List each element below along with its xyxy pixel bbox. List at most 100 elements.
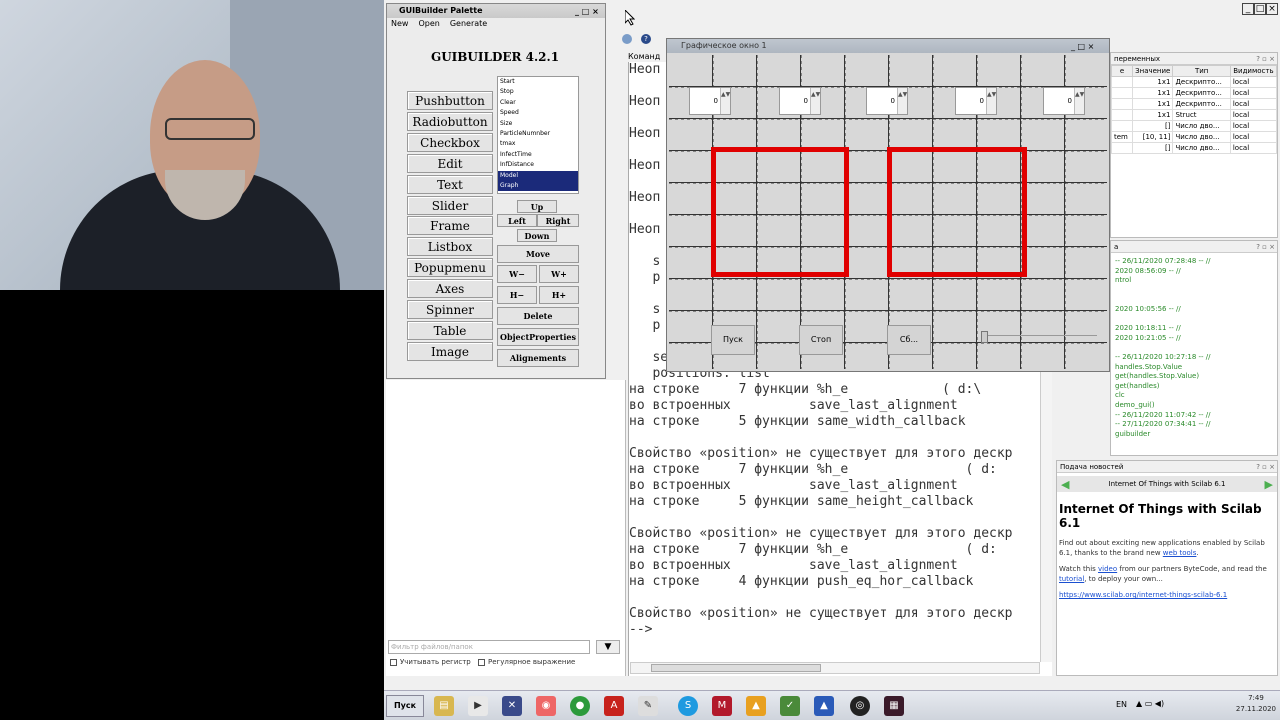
table-row[interactable]: 1x1 Struct local	[1111, 109, 1277, 121]
palette-titlebar[interactable]: GUIBuilder Palette _ □ ×	[387, 4, 605, 18]
checkbox-icon[interactable]	[390, 658, 397, 666]
object-properties-button[interactable]: ObjectProperties	[497, 328, 579, 346]
history-command[interactable]: get(handles.Stop.Value)	[1111, 372, 1277, 382]
width-plus-button[interactable]: W+	[539, 265, 579, 283]
axes-frame-left[interactable]	[711, 147, 849, 277]
axes-frame-right[interactable]	[887, 147, 1027, 277]
history-session[interactable]: -- 27/11/2020 07:34:41 -- //	[1111, 420, 1277, 430]
toolbar-icon[interactable]	[622, 34, 632, 44]
table-button[interactable]: Table	[407, 320, 493, 340]
alignements-button[interactable]: Alignements	[497, 349, 579, 367]
axes-button[interactable]: Axes	[407, 279, 493, 299]
language-indicator[interactable]: EN	[1116, 700, 1127, 709]
app-icon[interactable]: ▲	[814, 696, 834, 716]
property-item[interactable]: Stop	[498, 87, 578, 97]
history-session[interactable]: 2020 10:18:11 -- //	[1111, 324, 1277, 334]
window-controls-icon[interactable]: _ □ ×	[1071, 40, 1094, 54]
property-item[interactable]: ParticleNumnber	[498, 129, 578, 139]
spinner-arrows-icon[interactable]: ▲▼	[720, 88, 730, 114]
spinner-arrows-icon[interactable]: ▲▼	[810, 88, 820, 114]
scilab-icon[interactable]: ▦	[884, 696, 904, 716]
property-item[interactable]: Clear	[498, 98, 578, 108]
right-button[interactable]: Right	[537, 214, 579, 227]
app-icon[interactable]: ✕	[502, 696, 522, 716]
left-button[interactable]: Left	[497, 214, 537, 227]
news-url-link[interactable]: https://www.scilab.org/internet-things-s…	[1059, 591, 1227, 599]
frame-button[interactable]: Frame	[407, 216, 493, 236]
height-minus-button[interactable]: H−	[497, 286, 537, 304]
property-item[interactable]: Start	[498, 77, 578, 87]
height-plus-button[interactable]: H+	[539, 286, 579, 304]
history-command[interactable]	[1111, 343, 1277, 353]
video-link[interactable]: video	[1098, 565, 1117, 573]
table-row[interactable]: 1x1 Дескрипто... local	[1111, 87, 1277, 99]
obs-icon[interactable]: ◎	[850, 696, 870, 716]
history-session[interactable]: 2020 10:21:05 -- //	[1111, 334, 1277, 344]
app-icon[interactable]: ✓	[780, 696, 800, 716]
clock[interactable]: 7:49 27.11.2020	[1236, 693, 1276, 715]
delete-button[interactable]: Delete	[497, 307, 579, 325]
property-item[interactable]: InfDistance	[498, 160, 578, 170]
history-session[interactable]: -- 26/11/2020 10:27:18 -- //	[1111, 353, 1277, 363]
property-item[interactable]: InfectTime	[498, 150, 578, 160]
console-horizontal-scrollbar[interactable]	[630, 662, 1040, 674]
case-sensitive-checkbox[interactable]: Учитывать регистр	[390, 658, 471, 666]
checkbox-icon[interactable]	[478, 658, 485, 666]
history-command[interactable]: guibuilder	[1111, 430, 1277, 440]
tutorial-link[interactable]: tutorial	[1059, 575, 1084, 583]
history-command[interactable]	[1111, 286, 1277, 296]
radiobutton-button[interactable]: Radiobutton	[407, 111, 493, 131]
regex-checkbox[interactable]: Регулярное выражение	[478, 658, 575, 666]
listbox-button[interactable]: Listbox	[407, 237, 493, 257]
history-command[interactable]: demo_gui()	[1111, 401, 1277, 411]
history-session[interactable]: 2020 10:05:56 -- //	[1111, 305, 1277, 315]
history-command[interactable]: get(handles)	[1111, 382, 1277, 392]
help-icon[interactable]: ?	[641, 34, 651, 44]
property-item[interactable]: Size	[498, 119, 578, 129]
text-button[interactable]: Text	[407, 174, 493, 194]
table-row[interactable]: tem [10, 11] Число дво... local	[1111, 131, 1277, 143]
chrome-icon[interactable]: ●	[570, 696, 590, 716]
property-item[interactable]: Graph	[498, 180, 578, 192]
history-session[interactable]: 2020 08:56:09 -- //	[1111, 267, 1277, 277]
history-command[interactable]	[1111, 295, 1277, 305]
spinner-input[interactable]: 0 ▲▼	[779, 87, 821, 115]
slider-knob[interactable]	[981, 331, 988, 343]
filter-button[interactable]: ▼	[596, 640, 620, 654]
column-header[interactable]: Значение	[1132, 65, 1174, 77]
prev-arrow-icon[interactable]: ◀	[1061, 478, 1069, 491]
menu-open[interactable]: Open	[418, 18, 439, 30]
property-item[interactable]: tmax	[498, 139, 578, 149]
reset-button[interactable]: Сб...	[887, 325, 931, 355]
table-row[interactable]: 1x1 Дескрипто... local	[1111, 98, 1277, 110]
spinner-input[interactable]: 0 ▲▼	[1043, 87, 1085, 115]
history-command[interactable]	[1111, 315, 1277, 325]
spinner-input[interactable]: 0 ▲▼	[866, 87, 908, 115]
menu-generate[interactable]: Generate	[450, 18, 487, 30]
graphic-window-titlebar[interactable]: Графическое окно 1 _ □ ×	[667, 39, 1109, 53]
spinner-input[interactable]: 0 ▲▼	[689, 87, 731, 115]
file-filter-input[interactable]: Фильтр файлов/папок	[388, 640, 590, 654]
matlab-icon[interactable]: ▲	[746, 696, 766, 716]
tool-icon[interactable]: ✎	[638, 696, 658, 716]
history-session[interactable]: -- 26/11/2020 11:07:42 -- //	[1111, 411, 1277, 421]
column-header[interactable]: e	[1111, 65, 1134, 77]
spinner-arrows-icon[interactable]: ▲▼	[986, 88, 996, 114]
history-session[interactable]: -- 26/11/2020 07:28:48 -- //	[1111, 257, 1277, 267]
speed-slider[interactable]	[981, 331, 1097, 343]
popupmenu-button[interactable]: Popupmenu	[407, 258, 493, 278]
width-minus-button[interactable]: W−	[497, 265, 537, 283]
column-header[interactable]: Тип	[1172, 65, 1231, 77]
spinner-button[interactable]: Spinner	[407, 300, 493, 319]
panel-controls-icon[interactable]: ? ▫ ×	[1256, 53, 1275, 65]
stop-button[interactable]: Стоп	[799, 325, 843, 355]
edit-button[interactable]: Edit	[407, 153, 493, 173]
maximize-icon[interactable]: □	[1254, 3, 1266, 15]
scroll-thumb[interactable]	[651, 664, 821, 672]
app-icon[interactable]: M	[712, 696, 732, 716]
close-icon[interactable]: ×	[1266, 3, 1278, 15]
image-button[interactable]: Image	[407, 341, 493, 361]
tray-icons[interactable]: ▲ ▭ ◀)	[1136, 699, 1164, 708]
skype-icon[interactable]: S	[678, 696, 698, 716]
menu-new[interactable]: New	[391, 18, 408, 30]
